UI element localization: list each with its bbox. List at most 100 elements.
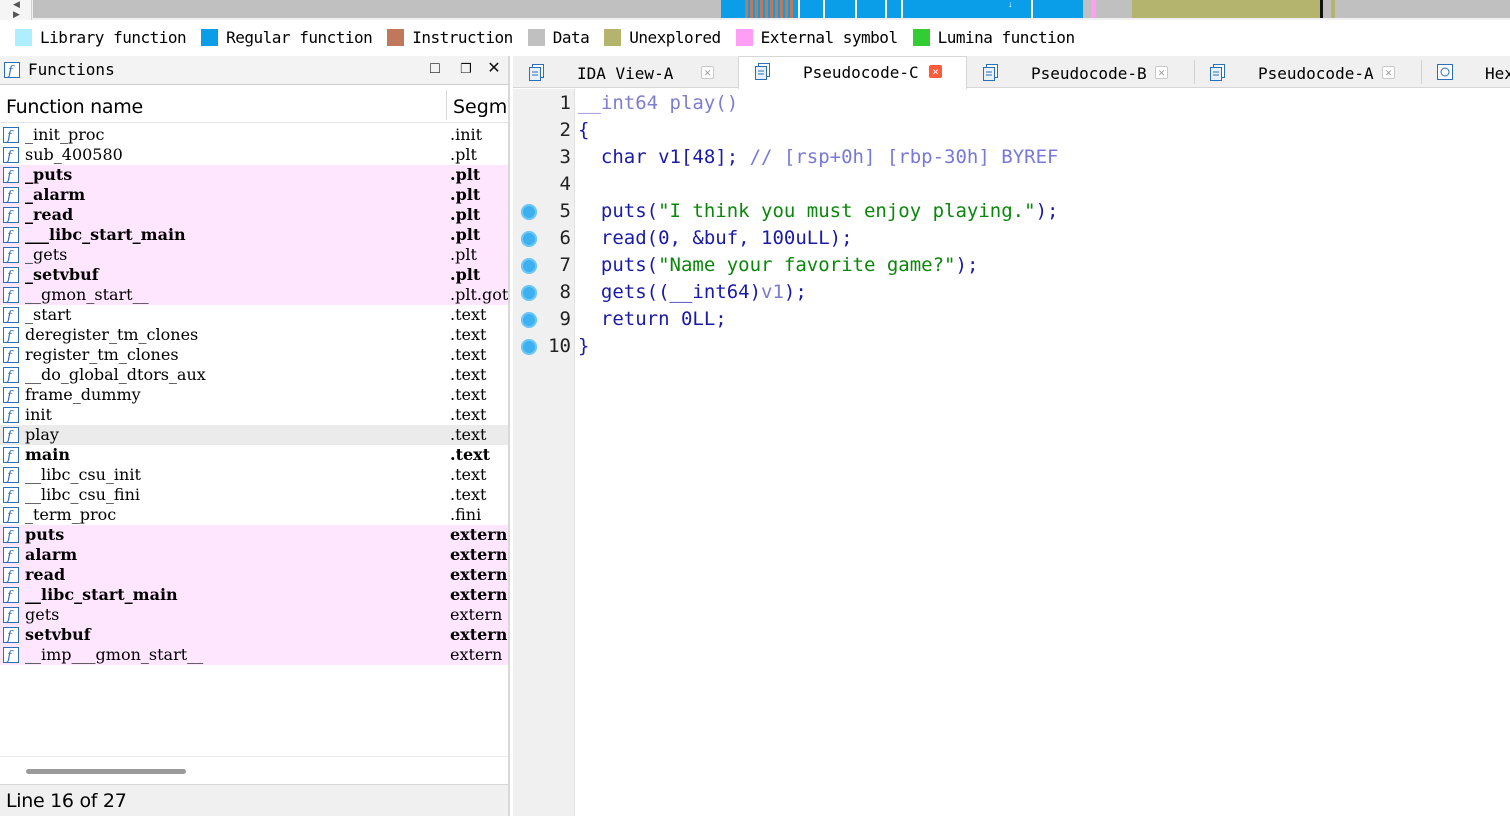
tab-pseudocode-b[interactable]: Pseudocode-B ✕	[967, 58, 1194, 88]
function-row[interactable]: f __imp___gmon_start__ extern	[0, 645, 508, 665]
code-token: v1	[761, 281, 784, 303]
function-row[interactable]: f _term_proc .fini	[0, 505, 508, 525]
gutter-line[interactable]: 6	[513, 225, 575, 252]
function-row[interactable]: f _setvbuf .plt	[0, 265, 508, 285]
breakpoint-dot-icon[interactable]	[521, 312, 537, 328]
nav-up-arrow-icon[interactable]: ◀	[13, 0, 20, 9]
function-name: play	[25, 425, 59, 444]
column-divider[interactable]	[446, 90, 447, 120]
nav-segment-unexplored	[1132, 0, 1320, 18]
function-segment: .text	[450, 325, 487, 344]
function-row[interactable]: f main .text	[0, 445, 508, 465]
nav-down-arrow-icon[interactable]: ▶	[13, 10, 20, 19]
functions-title-bar[interactable]: f Functions □ ❐ ✕	[0, 56, 508, 85]
gutter-line[interactable]: 2	[513, 117, 575, 144]
navigation-band-scroll[interactable]: ◀ ▶	[0, 0, 32, 20]
gutter-line[interactable]: 7	[513, 252, 575, 279]
line-number-gutter[interactable]: 1 2 3 4 5 6 7 8 9 10	[513, 89, 575, 816]
close-panel-button[interactable]: ✕	[485, 60, 503, 78]
function-row[interactable]: f deregister_tm_clones .text	[0, 325, 508, 345]
navigation-band[interactable]: ◀ ▶ ↓	[0, 0, 1510, 20]
tab-close-icon[interactable]: ✕	[1382, 66, 1395, 79]
code-line[interactable]: char v1[48]; // [rsp+0h] [rbp-30h] BYREF	[578, 144, 1059, 171]
tab-close-icon[interactable]: ✕	[929, 65, 942, 78]
function-segment: .text	[450, 485, 487, 504]
function-row[interactable]: f alarm extern	[0, 545, 508, 565]
function-segment: .text	[450, 365, 487, 384]
tab-close-icon[interactable]: ✕	[701, 66, 714, 79]
pseudocode-icon	[755, 63, 770, 80]
gutter-line[interactable]: 5	[513, 198, 575, 225]
function-row[interactable]: f sub_400580 .plt	[0, 145, 508, 165]
maximize-panel-button[interactable]: □	[426, 60, 444, 78]
legend-label: Data	[552, 27, 590, 47]
function-row[interactable]: f frame_dummy .text	[0, 385, 508, 405]
function-row[interactable]: f play .text	[0, 425, 508, 445]
code-line[interactable]: __int64 play()	[578, 90, 738, 117]
tab-ida-view-a[interactable]: IDA View-A ✕	[513, 58, 738, 88]
function-row[interactable]: f __gmon_start__ .plt.got	[0, 285, 508, 305]
function-row[interactable]: f __libc_csu_fini .text	[0, 485, 508, 505]
function-row[interactable]: f _gets .plt	[0, 245, 508, 265]
function-row[interactable]: f init .text	[0, 405, 508, 425]
navigation-strip[interactable]: ↓	[33, 0, 1510, 18]
horizontal-scrollbar-thumb[interactable]	[26, 769, 186, 774]
function-row[interactable]: f __libc_start_main extern	[0, 585, 508, 605]
code-line[interactable]: }	[578, 333, 589, 360]
code-line[interactable]: gets((__int64)v1);	[578, 279, 807, 306]
function-name: read	[25, 565, 66, 584]
function-row[interactable]: f _init_proc .init	[0, 125, 508, 145]
function-segment: .fini	[450, 505, 482, 524]
function-row[interactable]: f gets extern	[0, 605, 508, 625]
function-row[interactable]: f read extern	[0, 565, 508, 585]
function-row[interactable]: f _puts .plt	[0, 165, 508, 185]
tab-hex-view-1[interactable]: Hex View-1	[1421, 58, 1510, 88]
breakpoint-dot-icon[interactable]	[521, 285, 537, 301]
function-row[interactable]: f puts extern	[0, 525, 508, 545]
function-name: _term_proc	[25, 505, 117, 524]
line-number: 10	[548, 335, 571, 357]
function-name: __imp___gmon_start__	[25, 645, 204, 664]
code-line[interactable]: puts("I think you must enjoy playing.");	[578, 198, 1059, 225]
tab-close-icon[interactable]: ✕	[1155, 66, 1168, 79]
breakpoint-dot-icon[interactable]	[521, 339, 537, 355]
gutter-line[interactable]: 10	[513, 333, 575, 360]
legend-label: Lumina function	[937, 27, 1076, 47]
pseudocode-view[interactable]: 1 2 3 4 5 6 7 8 9 10 __int64 play() { char v1[48];…	[513, 89, 1510, 816]
gutter-line[interactable]: 4	[513, 171, 575, 198]
function-row[interactable]: f setvbuf extern	[0, 625, 508, 645]
function-icon: f	[3, 347, 19, 363]
code-token: "Name your favorite game?"	[658, 254, 956, 276]
horizontal-scrollbar[interactable]	[0, 756, 508, 782]
function-row[interactable]: f _start .text	[0, 305, 508, 325]
function-segment: .plt	[450, 145, 477, 164]
breakpoint-dot-icon[interactable]	[521, 258, 537, 274]
function-row[interactable]: f register_tm_clones .text	[0, 345, 508, 365]
code-token: }	[578, 335, 590, 357]
breakpoint-dot-icon[interactable]	[521, 231, 537, 247]
function-row[interactable]: f _alarm .plt	[0, 185, 508, 205]
column-header-function-name[interactable]: Function name	[6, 96, 143, 118]
tab-label: Pseudocode-B	[1031, 64, 1147, 83]
function-row[interactable]: f __libc_csu_init .text	[0, 465, 508, 485]
tab-pseudocode-a[interactable]: Pseudocode-A ✕	[1194, 58, 1421, 88]
function-icon: f	[3, 307, 19, 323]
function-row[interactable]: f _read .plt	[0, 205, 508, 225]
column-header-segment[interactable]: Segment	[453, 96, 508, 118]
tab-pseudocode-c[interactable]: Pseudocode-C ✕	[738, 56, 967, 89]
float-panel-button[interactable]: ❐	[457, 60, 475, 78]
gutter-line[interactable]: 3	[513, 144, 575, 171]
function-segment: extern	[450, 525, 508, 544]
gutter-line[interactable]: 1	[513, 90, 575, 117]
gutter-line[interactable]: 8	[513, 279, 575, 306]
function-segment: extern	[450, 605, 503, 624]
function-row[interactable]: f __do_global_dtors_aux .text	[0, 365, 508, 385]
gutter-line[interactable]: 9	[513, 306, 575, 333]
code-line[interactable]: read(0, &buf, 100uLL);	[578, 225, 853, 252]
code-line[interactable]: puts("Name your favorite game?");	[578, 252, 979, 279]
function-row[interactable]: f ___libc_start_main .plt	[0, 225, 508, 245]
code-line[interactable]: return 0LL;	[578, 306, 727, 333]
library-swatch	[15, 28, 32, 46]
code-line[interactable]: {	[578, 117, 589, 144]
breakpoint-dot-icon[interactable]	[521, 204, 537, 220]
